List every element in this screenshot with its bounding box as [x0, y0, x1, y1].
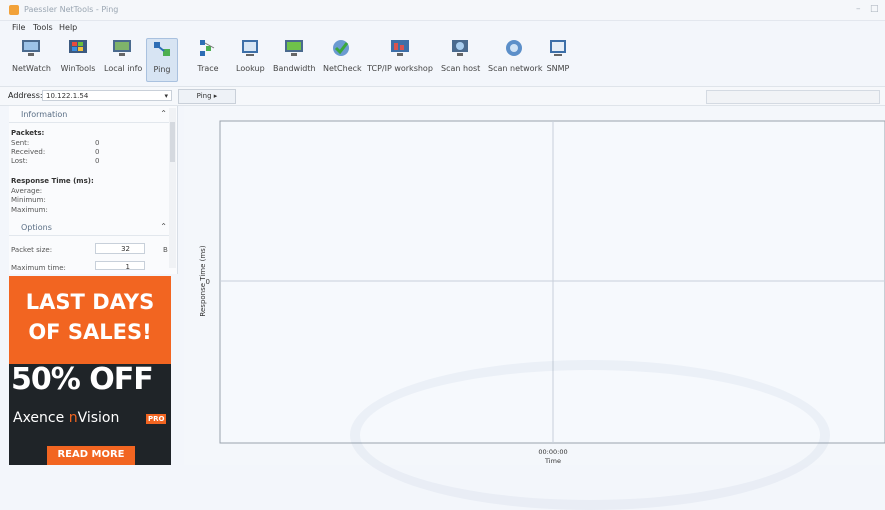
monitor-icon: [20, 38, 42, 58]
address-input[interactable]: 10.122.1.54 ▾: [42, 90, 172, 101]
ad-banner[interactable]: LAST DAYS OF SALES! 50% OFF Axence nVisi…: [9, 276, 171, 465]
scan-network-icon: [503, 38, 525, 58]
packet-size-stepper[interactable]: 32: [95, 243, 145, 254]
toolbar-netwatch[interactable]: NetWatch: [12, 38, 51, 80]
toolbar-scan-network[interactable]: Scan network: [488, 38, 542, 80]
y-axis-label: Response Time (ms): [199, 245, 207, 316]
toolbar-lookup[interactable]: Lookup: [236, 38, 265, 80]
lookup-icon: [239, 38, 261, 58]
max-time-stepper[interactable]: 1: [95, 261, 145, 270]
toolbar: NetWatch WinTools Local info Ping Trace …: [0, 36, 885, 84]
toolbar-trace[interactable]: Trace: [194, 38, 222, 80]
collapse-icon[interactable]: ⌃: [160, 109, 167, 118]
status-field: [706, 90, 880, 104]
received-value: 0: [95, 148, 100, 156]
sent-value: 0: [95, 139, 100, 147]
snmp-icon: [547, 38, 569, 58]
tcpip-workshop-icon: [389, 38, 411, 58]
menu-file[interactable]: File: [12, 23, 25, 32]
address-bar: Address: 10.122.1.54 ▾ Ping ▸: [0, 86, 885, 106]
ping-icon: [151, 39, 173, 59]
ad-brand: Axence nVision: [13, 410, 120, 426]
menu-bar: File Tools Help: [0, 21, 885, 35]
app-icon: [9, 5, 19, 15]
title-bar: Paessler NetTools - Ping – □: [0, 0, 885, 21]
bandwidth-icon: [283, 38, 305, 58]
maximize-icon[interactable]: □: [870, 4, 879, 14]
collapse-icon[interactable]: ⌃: [160, 222, 167, 231]
panel-scrollbar[interactable]: [169, 108, 176, 268]
windows-icon: [67, 38, 89, 58]
toolbar-ping[interactable]: Ping: [146, 38, 178, 82]
ping-button[interactable]: Ping ▸: [178, 89, 236, 104]
info-panel: Information ⌃ Packets: Sent: 0 Received:…: [9, 106, 178, 274]
scan-host-icon: [449, 38, 471, 58]
ad-discount: 50% OFF: [11, 362, 154, 397]
toolbar-wintools[interactable]: WinTools: [60, 38, 96, 80]
minimize-icon[interactable]: –: [856, 4, 861, 14]
netcheck-icon: [330, 38, 352, 58]
toolbar-bandwidth[interactable]: Bandwidth: [273, 38, 316, 80]
ad-pro-badge: PRO: [146, 414, 167, 424]
menu-help[interactable]: Help: [59, 23, 77, 32]
address-label: Address:: [8, 91, 43, 100]
lost-value: 0: [95, 157, 100, 165]
computer-info-icon: [111, 38, 133, 58]
information-header[interactable]: Information ⌃: [9, 108, 171, 123]
chevron-down-icon[interactable]: ▾: [164, 91, 168, 101]
menu-tools[interactable]: Tools: [33, 23, 53, 32]
window-title: Paessler NetTools - Ping: [24, 5, 119, 14]
ad-headline: LAST DAYS: [25, 290, 155, 314]
toolbar-tcpip-workshop[interactable]: TCP/IP workshop: [367, 38, 433, 80]
read-more-button[interactable]: READ MORE: [47, 446, 135, 465]
options-header[interactable]: Options ⌃: [9, 221, 171, 236]
ad-subheadline: OF SALES!: [28, 320, 152, 344]
watermark: [350, 360, 830, 510]
toolbar-local-info[interactable]: Local info: [104, 38, 142, 80]
scrollbar-thumb[interactable]: [170, 122, 175, 162]
toolbar-netcheck[interactable]: NetCheck: [323, 38, 362, 80]
toolbar-scan-host[interactable]: Scan host: [441, 38, 480, 80]
toolbar-snmp[interactable]: SNMP: [545, 38, 571, 80]
trace-icon: [197, 38, 219, 58]
